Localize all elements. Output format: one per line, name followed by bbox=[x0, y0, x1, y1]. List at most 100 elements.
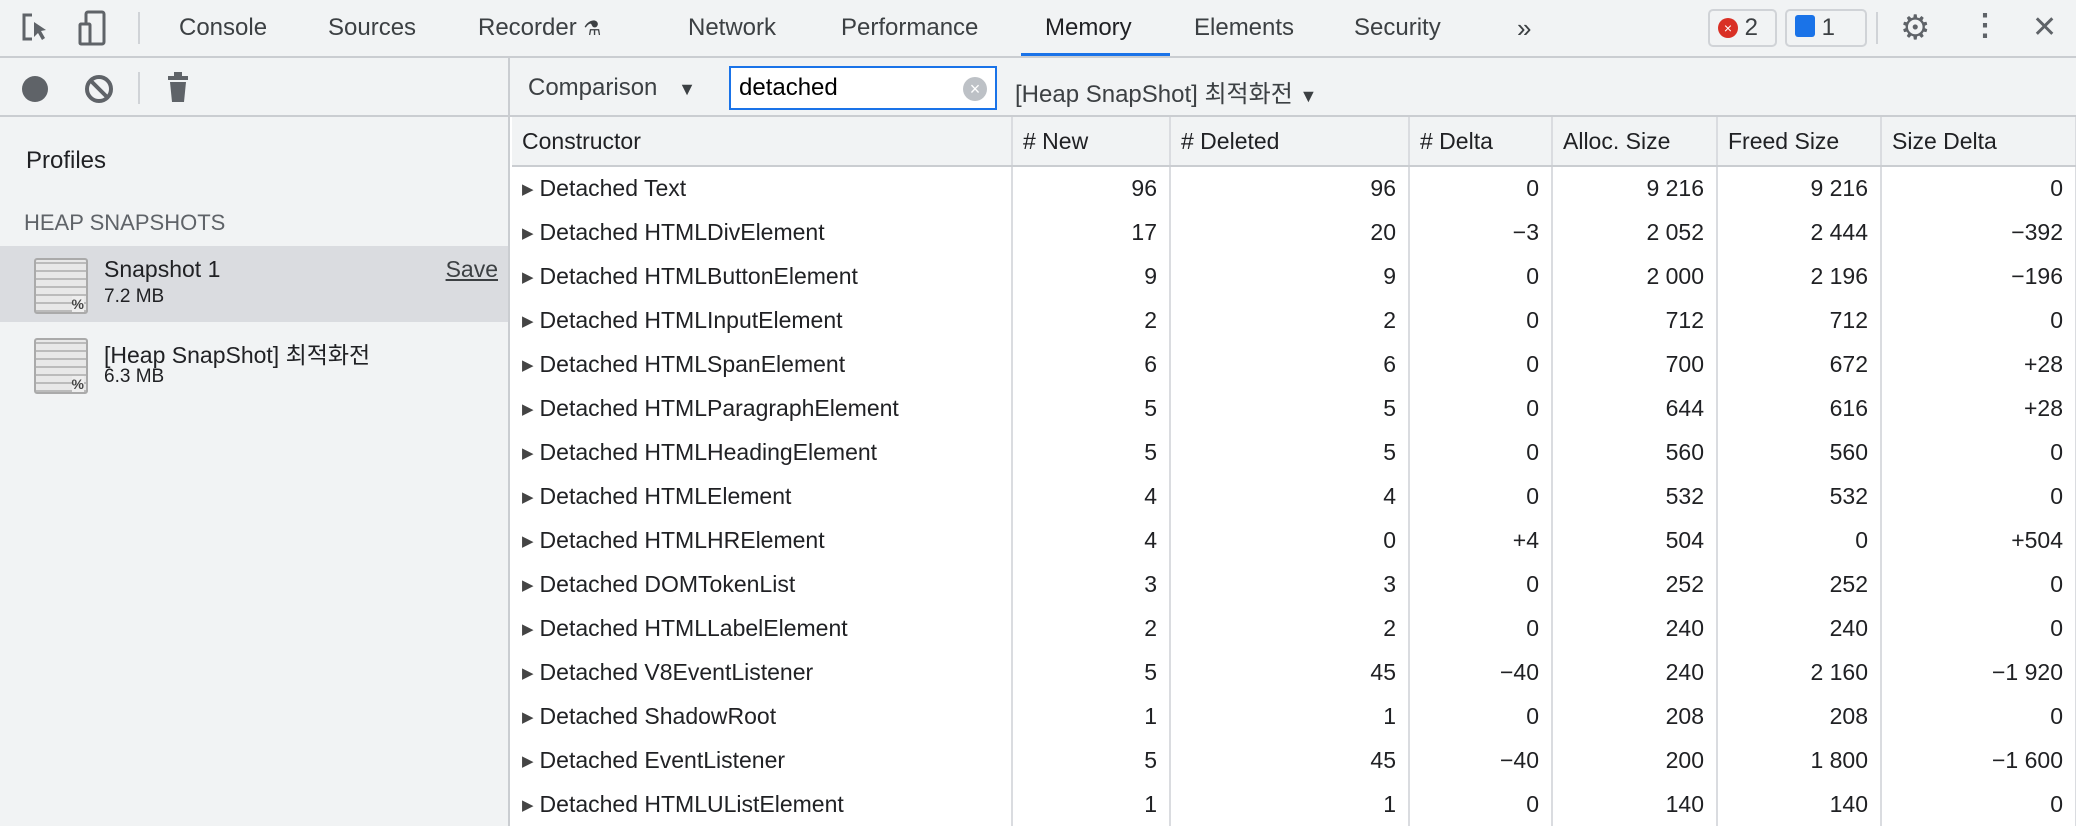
tab-performance[interactable]: Performance bbox=[841, 0, 978, 56]
value-cell: 9 bbox=[1170, 254, 1410, 298]
value-cell: 140 bbox=[1717, 782, 1882, 826]
value-cell: 560 bbox=[1717, 430, 1882, 474]
close-devtools-icon[interactable]: ✕ bbox=[2032, 10, 2057, 45]
value-cell: 0 bbox=[1881, 166, 2076, 210]
expand-triangle-icon[interactable]: ▶ bbox=[522, 225, 534, 242]
expand-triangle-icon[interactable]: ▶ bbox=[522, 709, 534, 726]
trash-icon[interactable] bbox=[166, 72, 190, 104]
tab-network[interactable]: Network bbox=[688, 0, 776, 56]
value-cell: 3 bbox=[1012, 562, 1171, 606]
errors-badge[interactable]: × 2 bbox=[1708, 9, 1777, 47]
value-cell: 5 bbox=[1170, 430, 1410, 474]
value-cell: 1 bbox=[1170, 782, 1410, 826]
tab-console[interactable]: Console bbox=[179, 0, 267, 56]
value-cell: 0 bbox=[1409, 386, 1553, 430]
snapshot-item[interactable]: % Snapshot 1 7.2 MB Save bbox=[0, 246, 508, 322]
table-row[interactable]: ▶ Detached V8EventListener 5 45 −40 240 2 160−… bbox=[512, 650, 2076, 694]
expand-triangle-icon[interactable]: ▶ bbox=[522, 797, 534, 814]
device-toolbar-icon[interactable] bbox=[78, 10, 108, 46]
inspect-element-icon[interactable] bbox=[20, 12, 50, 44]
expand-triangle-icon[interactable]: ▶ bbox=[522, 401, 534, 418]
expand-triangle-icon[interactable]: ▶ bbox=[522, 357, 534, 374]
more-options-icon[interactable]: ⋮ bbox=[1970, 8, 2000, 43]
value-cell: 4 bbox=[1012, 518, 1171, 562]
column-header[interactable]: # Deleted bbox=[1170, 117, 1410, 167]
value-cell: 20 bbox=[1170, 210, 1410, 254]
value-cell: 0 bbox=[1409, 166, 1553, 210]
table-row[interactable]: ▶ Detached HTMLHRElement 4 0 +4 504 0 +504 bbox=[512, 518, 2076, 562]
value-cell: 616 bbox=[1717, 386, 1882, 430]
table-row[interactable]: ▶ Detached HTMLLabelElement 2 2 0 240 240 0 bbox=[512, 606, 2076, 650]
value-cell: −1 600 bbox=[1881, 738, 2076, 782]
constructor-name: Detached HTMLElement bbox=[539, 482, 792, 509]
value-cell: 240 bbox=[1552, 650, 1718, 694]
expand-triangle-icon[interactable]: ▶ bbox=[522, 665, 534, 682]
expand-triangle-icon[interactable]: ▶ bbox=[522, 181, 534, 198]
expand-triangle-icon[interactable]: ▶ bbox=[522, 753, 534, 770]
constructor-name: Detached Text bbox=[539, 175, 687, 201]
value-cell: 0 bbox=[1881, 562, 2076, 606]
snapshot-item[interactable]: % [Heap SnapShot] 최적화전 6.3 MB bbox=[0, 326, 508, 402]
constructor-cell: ▶ Detached HTMLParagraphElement bbox=[512, 386, 1013, 430]
table-row[interactable]: ▶ Detached HTMLParagraphElement 5 5 0 644 616 +… bbox=[512, 386, 2076, 430]
value-cell: +4 bbox=[1409, 518, 1553, 562]
expand-triangle-icon[interactable]: ▶ bbox=[522, 489, 534, 506]
class-filter-input[interactable]: × bbox=[729, 66, 997, 110]
tab-elements[interactable]: Elements bbox=[1194, 0, 1294, 56]
column-header[interactable]: Constructor bbox=[512, 117, 1013, 167]
class-filter-field[interactable] bbox=[731, 68, 951, 108]
settings-gear-icon[interactable]: ⚙ bbox=[1900, 8, 1930, 48]
issues-badge[interactable]: 1 bbox=[1785, 9, 1867, 47]
more-tabs-button[interactable]: » bbox=[1517, 0, 1531, 56]
record-icon[interactable] bbox=[22, 76, 48, 102]
table-row[interactable]: ▶ Detached Text 96 96 0 9 216 9 216 0 bbox=[512, 166, 2076, 210]
expand-triangle-icon[interactable]: ▶ bbox=[522, 269, 534, 286]
value-cell: 0 bbox=[1409, 298, 1553, 342]
expand-triangle-icon[interactable]: ▶ bbox=[522, 577, 534, 594]
table-row[interactable]: ▶ Detached HTMLButtonElement 9 9 0 2 000 2 196… bbox=[512, 254, 2076, 298]
value-cell: 0 bbox=[1881, 694, 2076, 738]
value-cell: 1 bbox=[1012, 782, 1171, 826]
value-cell: 0 bbox=[1881, 430, 2076, 474]
value-cell: 2 000 bbox=[1552, 254, 1718, 298]
clear-all-icon[interactable] bbox=[84, 74, 114, 104]
column-header[interactable]: # Delta bbox=[1409, 117, 1553, 167]
table-row[interactable]: ▶ Detached HTMLHeadingElement 5 5 0 560 560 0 bbox=[512, 430, 2076, 474]
view-mode-select[interactable]: Comparison ▼ bbox=[528, 74, 696, 102]
table-row[interactable]: ▶ Detached HTMLUListElement 1 1 0 140 140 0 bbox=[512, 782, 2076, 826]
table-row[interactable]: ▶ Detached HTMLSpanElement 6 6 0 700 672 +28 bbox=[512, 342, 2076, 386]
tab-security[interactable]: Security bbox=[1354, 0, 1441, 56]
expand-triangle-icon[interactable]: ▶ bbox=[522, 533, 534, 550]
value-cell: 2 bbox=[1170, 298, 1410, 342]
tab-recorder[interactable]: Recorder ⚗ bbox=[478, 0, 601, 56]
expand-triangle-icon[interactable]: ▶ bbox=[522, 313, 534, 330]
baseline-select[interactable]: [Heap SnapShot] 최적화전 ▼ bbox=[1015, 74, 1317, 109]
constructor-name: Detached HTMLParagraphElement bbox=[539, 394, 899, 421]
constructor-cell: ▶ Detached HTMLUListElement bbox=[512, 782, 1013, 826]
table-row[interactable]: ▶ Detached HTMLElement 4 4 0 532 532 0 bbox=[512, 474, 2076, 518]
table-row[interactable]: ▶ Detached ShadowRoot 1 1 0 208 208 0 bbox=[512, 694, 2076, 738]
table-row[interactable]: ▶ Detached HTMLInputElement 2 2 0 712 712 0 bbox=[512, 298, 2076, 342]
expand-triangle-icon[interactable]: ▶ bbox=[522, 621, 534, 638]
flask-icon: ⚗ bbox=[583, 18, 602, 40]
value-cell: 6 bbox=[1170, 342, 1410, 386]
value-cell: 3 bbox=[1170, 562, 1410, 606]
expand-triangle-icon[interactable]: ▶ bbox=[522, 445, 534, 462]
constructor-name: Detached DOMTokenList bbox=[539, 570, 796, 597]
column-header[interactable]: Freed Size bbox=[1717, 117, 1882, 167]
heap-snapshot-icon: % bbox=[34, 338, 88, 394]
table-row[interactable]: ▶ Detached DOMTokenList 3 3 0 252 252 0 bbox=[512, 562, 2076, 606]
issues-count: 1 bbox=[1821, 14, 1836, 41]
value-cell: 0 bbox=[1409, 254, 1553, 298]
tab-memory[interactable]: Memory bbox=[1045, 0, 1132, 56]
table-row[interactable]: ▶ Detached EventListener 5 45 −40 200 1 800 −1 … bbox=[512, 738, 2076, 782]
column-header[interactable]: Alloc. Size bbox=[1552, 117, 1718, 167]
value-cell: 2 444 bbox=[1717, 210, 1882, 254]
save-snapshot-link[interactable]: Save bbox=[446, 256, 498, 283]
column-header[interactable]: # New bbox=[1012, 117, 1171, 167]
column-header[interactable]: Size Delta bbox=[1881, 117, 2076, 167]
table-row[interactable]: ▶ Detached HTMLDivElement 17 20 −3 2 052 2 444… bbox=[512, 210, 2076, 254]
clear-filter-icon[interactable]: × bbox=[963, 77, 987, 101]
memory-toolbar: Comparison ▼ × [Heap SnapShot] 최적화전 ▼ bbox=[0, 58, 2076, 117]
tab-sources[interactable]: Sources bbox=[328, 0, 416, 56]
